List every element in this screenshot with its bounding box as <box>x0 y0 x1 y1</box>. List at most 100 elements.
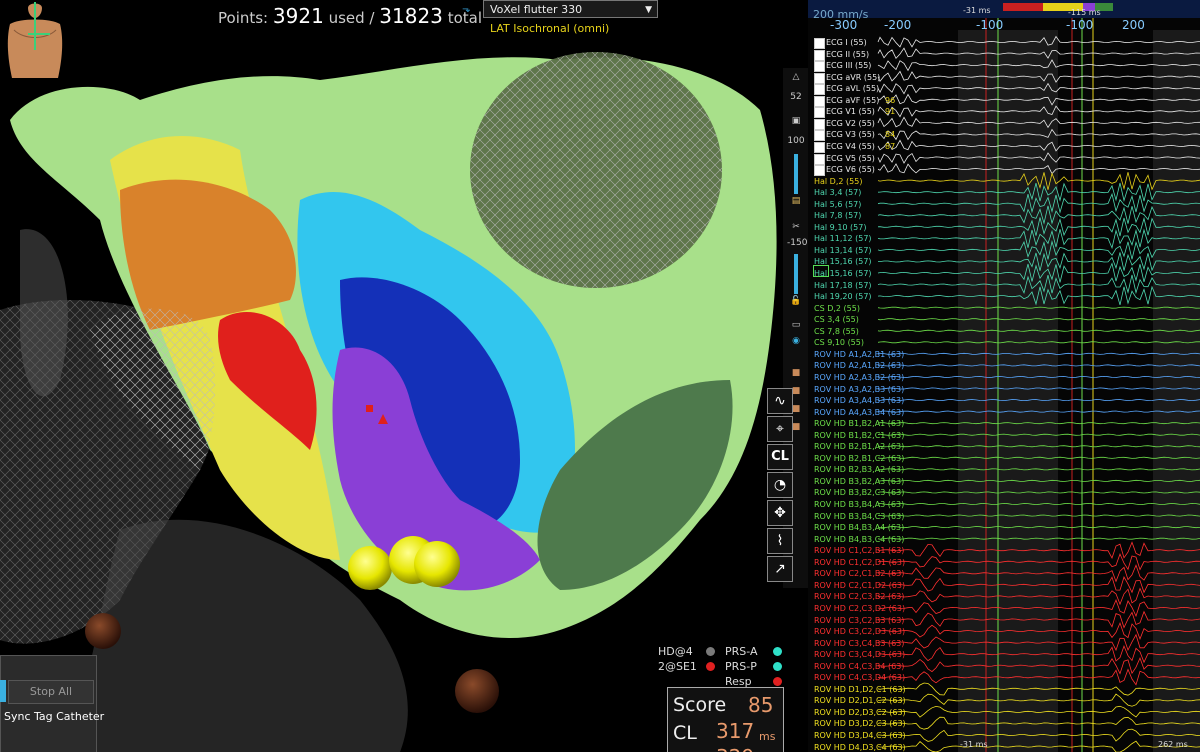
clip-slider[interactable] <box>794 254 798 294</box>
lock-icon[interactable]: 🔓 <box>787 296 805 306</box>
channel-label[interactable]: ROV HD D3,D4,C3 (63) <box>814 731 906 740</box>
channel-label[interactable]: Hal 17,18 (57) <box>814 281 872 290</box>
move-arrows-icon[interactable]: ✥ <box>767 500 793 526</box>
channel-checkbox[interactable] <box>814 165 825 177</box>
channel-label[interactable]: Hal 13,14 (57) <box>814 246 872 255</box>
legend-row: HD@4 PRS-A <box>658 644 788 659</box>
channel-label[interactable]: ROV HD A4,A3,B4 (63) <box>814 408 904 417</box>
eye-icon[interactable]: ◉ <box>787 336 805 346</box>
channel-label[interactable]: ROV HD A3,A4,B3 (63) <box>814 396 904 405</box>
channel-label[interactable]: ECG I (55) <box>826 38 867 47</box>
channel-label[interactable]: ROV HD B1,B2,A1 (63) <box>814 419 904 428</box>
channel-label[interactable]: ECG V3 (55) <box>826 130 875 139</box>
channel-label[interactable]: ECG V5 (55) <box>826 154 875 163</box>
channel-label[interactable]: CS D,2 (55) <box>814 304 860 313</box>
channel-checkbox[interactable] <box>814 61 825 73</box>
channel-label[interactable]: ROV HD C2,C1,B2 (63) <box>814 569 904 578</box>
channel-label[interactable]: ROV HD D1,D2,C1 (63) <box>814 685 906 694</box>
channel-label[interactable]: ROV HD D3,D2,C3 (63) <box>814 719 906 728</box>
channel-label[interactable]: ECG III (55) <box>826 61 871 70</box>
channel-label[interactable]: Hal 3,4 (57) <box>814 188 861 197</box>
channel-label[interactable]: Hal 7,8 (57) <box>814 211 861 220</box>
channel-label[interactable]: ECG aVL (55) <box>826 84 879 93</box>
bookmark-icon[interactable]: ▤ <box>787 196 805 206</box>
map-select-dropdown[interactable]: VoXel flutter 330 ▼ <box>483 0 658 18</box>
channel-label[interactable]: ECG aVR (55) <box>826 73 880 82</box>
channel-label[interactable]: ROV HD C2,C1,D2 (63) <box>814 581 905 590</box>
channel-checkbox[interactable] <box>814 38 825 49</box>
channel-label[interactable]: ROV HD A3,A2,B3 (63) <box>814 385 904 394</box>
channel-label[interactable]: ROV HD B2,B3,A2 (63) <box>814 465 904 474</box>
channel-label[interactable]: Hal 5,6 (57) <box>814 200 861 209</box>
sync-tag-catheter-button[interactable]: Sync Tag Catheter <box>4 710 104 723</box>
channel-label[interactable]: ROV HD B3,B4,A3 (63) <box>814 500 904 509</box>
crosshair-tool-icon[interactable]: ⌖ <box>767 416 793 442</box>
channel-checkbox[interactable] <box>814 118 825 130</box>
channel-label[interactable]: ROV HD D4,D3,C4 (63) <box>814 743 906 752</box>
clip-scissors-icon[interactable]: ✂ <box>787 222 805 232</box>
channel-label[interactable]: Hal 11,12 (57) <box>814 234 872 243</box>
channel-checkbox[interactable] <box>814 153 825 165</box>
channel-label[interactable]: ROV HD A2,A3,B2 (63) <box>814 373 904 382</box>
channel-label[interactable]: ROV HD C3,C4,D3 (63) <box>814 650 905 659</box>
channel-label[interactable]: Hal D,2 (55) <box>814 177 862 186</box>
transparency-slider[interactable] <box>794 154 798 194</box>
channel-label[interactable]: ECG II (55) <box>826 50 869 59</box>
pointer-tool-icon[interactable]: ↗ <box>767 556 793 582</box>
channel-checkbox[interactable] <box>814 141 825 153</box>
channel-label[interactable]: Hal 9,10 (57) <box>814 223 866 232</box>
channel-label[interactable]: ECG V2 (55) <box>826 119 875 128</box>
channel-label[interactable]: ROV HD C3,C2,D3 (63) <box>814 627 905 636</box>
channel-label[interactable]: ROV HD A2,A1,B2 (63) <box>814 361 904 370</box>
channel-label[interactable]: ROV HD C4,C3,B4 (63) <box>814 662 904 671</box>
channel-label[interactable]: ECG aVF (55) <box>826 96 879 105</box>
channel-label[interactable]: ECG V1 (55) <box>826 107 875 116</box>
channel-label[interactable]: CS 7,8 (55) <box>814 327 859 336</box>
snapshot-icon[interactable]: ▭ <box>787 320 805 330</box>
channel-checkbox[interactable] <box>814 107 825 119</box>
channel-label[interactable]: ECG V4 (55) <box>826 142 875 151</box>
channel-label[interactable]: ROV HD C3,C2,B3 (63) <box>814 616 904 625</box>
channel-checkbox[interactable] <box>814 72 825 84</box>
channel-label[interactable]: ROV HD C2,C3,D2 (63) <box>814 604 905 613</box>
channel-label[interactable]: ROV HD C4,C3,D4 (63) <box>814 673 905 682</box>
channel-label[interactable]: ROV HD D2,D1,C2 (63) <box>814 696 906 705</box>
opacity-icon[interactable]: △ <box>787 72 805 82</box>
anatomy-map-view[interactable]: Points: 3921 used / 31823 total ⬎ VoXel … <box>0 0 808 752</box>
channel-label[interactable]: Hal 19,20 (57) <box>814 292 872 301</box>
channel-label[interactable]: ROV HD C3,C4,B3 (63) <box>814 639 904 648</box>
channel-label[interactable]: ROV HD D2,D3,C2 (63) <box>814 708 906 717</box>
orientation-torso-icon[interactable] <box>0 0 70 80</box>
channel-label[interactable]: ROV HD B1,B2,C1 (63) <box>814 431 904 440</box>
view-ap-icon[interactable]: ■ <box>787 368 805 378</box>
channel-label[interactable]: ROV HD B2,B1,A2 (63) <box>814 442 904 451</box>
transparency-icon[interactable]: ▣ <box>787 116 805 126</box>
channel-label[interactable]: ROV HD C1,C2,D1 (63) <box>814 558 905 567</box>
channel-label[interactable]: CS 9,10 (55) <box>814 338 864 347</box>
cl-value: 317 <box>716 719 755 743</box>
waveform-icon[interactable]: ⌇ <box>767 528 793 554</box>
channel-label[interactable]: ROV HD B3,B2,C3 (63) <box>814 488 904 497</box>
channel-label[interactable]: ROV HD A1,A2,B1 (63) <box>814 350 904 359</box>
channel-checkbox[interactable] <box>814 130 825 142</box>
signal-tool-icon[interactable]: ∿ <box>767 388 793 414</box>
cl-button[interactable]: CL <box>767 444 793 470</box>
stop-all-button[interactable]: Stop All <box>8 680 94 704</box>
channel-checkbox[interactable] <box>814 95 825 107</box>
channel-label[interactable]: ROV HD B4,B3,C4 (63) <box>814 535 904 544</box>
channel-label[interactable]: ROV HD B4,B3,A4 (63) <box>814 523 904 532</box>
channel-checkbox[interactable] <box>814 84 825 96</box>
channel-label[interactable]: ROV HD B3,B4,C3 (63) <box>814 512 904 521</box>
channel-checkbox[interactable] <box>814 49 825 61</box>
clip-value: -150 <box>787 238 808 248</box>
electrogram-panel[interactable]: 200 mm/s -300 -200 -100 -100 200 -31 ms … <box>808 0 1200 752</box>
channel-label[interactable]: CS 3,4 (55) <box>814 315 859 324</box>
channel-label[interactable]: ECG V6 (55) <box>826 165 875 174</box>
channel-label[interactable]: ROV HD C2,C3,B2 (63) <box>814 592 904 601</box>
channel-label[interactable]: ROV HD C1,C2,B1 (63) <box>814 546 904 555</box>
map-select-icon[interactable]: ⬎ <box>462 4 476 16</box>
gauge-icon[interactable]: ◔ <box>767 472 793 498</box>
channel-label[interactable]: ROV HD B2,B1,C2 (63) <box>814 454 904 463</box>
lat-map-canvas[interactable] <box>0 0 808 752</box>
channel-label[interactable]: ROV HD B3,B2,A3 (63) <box>814 477 904 486</box>
